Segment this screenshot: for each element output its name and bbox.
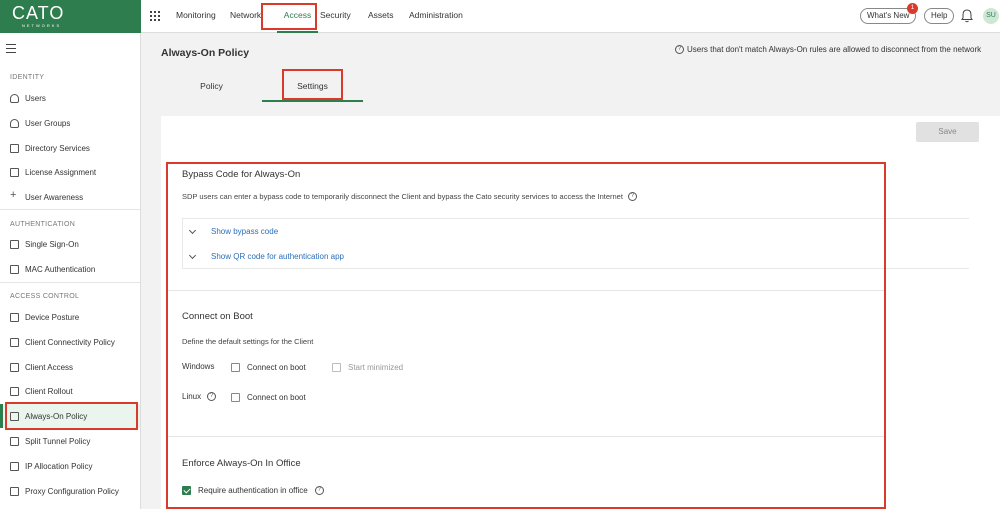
bell-icon[interactable] — [961, 9, 973, 23]
sidebar-item-proxy-configuration-policy[interactable]: Proxy Configuration Policy — [0, 479, 140, 503]
help-button[interactable]: Help — [924, 8, 955, 24]
table-icon — [10, 436, 19, 446]
sidebar-item-user-groups[interactable]: User Groups — [0, 111, 140, 135]
logo-text: CATO — [12, 3, 65, 23]
nav-monitoring[interactable]: Monitoring — [170, 0, 229, 33]
app-grid-icon[interactable] — [150, 11, 160, 21]
top-bar: CATO NETWORKS Monitoring Network Access … — [0, 0, 1000, 33]
checkbox-icon — [10, 239, 19, 249]
table-icon — [10, 486, 19, 496]
grid-icon — [10, 264, 19, 274]
table-icon — [10, 386, 19, 396]
license-icon — [10, 167, 19, 177]
save-button[interactable]: Save — [916, 122, 979, 142]
sidebar-item-client-access[interactable]: Client Access — [0, 355, 140, 379]
highlight-settings-tab — [282, 69, 343, 100]
menu-icon[interactable] — [6, 44, 16, 56]
sidebar-item-single-sign-on[interactable]: Single Sign-On — [0, 232, 140, 256]
info-note: ? Users that don't match Always-On rules… — [675, 45, 981, 54]
nav-administration[interactable]: Administration — [403, 0, 473, 33]
sidebar: IDENTITY Users User Groups Directory Ser… — [0, 33, 141, 509]
policy-icon — [10, 337, 19, 347]
top-nav: Monitoring Network Access Security Asset… — [170, 0, 473, 33]
nav-assets[interactable]: Assets — [362, 0, 403, 33]
sidebar-section-identity: IDENTITY — [10, 74, 45, 81]
whats-new-badge: 1 — [907, 3, 918, 14]
sidebar-item-user-awareness[interactable]: User Awareness — [0, 185, 140, 209]
sidebar-item-users[interactable]: Users — [0, 86, 140, 110]
directory-icon — [10, 143, 19, 153]
highlight-always-on-policy — [5, 402, 138, 430]
sidebar-item-split-tunnel-policy[interactable]: Split Tunnel Policy — [0, 429, 140, 453]
table-icon — [10, 362, 19, 372]
sidebar-section-authentication: AUTHENTICATION — [10, 221, 76, 228]
user-icon — [10, 93, 19, 103]
sidebar-item-client-rollout[interactable]: Client Rollout — [0, 379, 140, 403]
table-icon — [10, 461, 19, 471]
sidebar-item-license-assignment[interactable]: License Assignment — [0, 160, 140, 184]
logo-subtext: NETWORKS — [22, 23, 62, 28]
highlight-settings-content — [166, 162, 886, 509]
sidebar-item-ip-allocation-policy[interactable]: IP Allocation Policy — [0, 454, 140, 478]
page-title: Always-On Policy — [161, 47, 250, 59]
user-group-icon — [10, 118, 19, 128]
sidebar-item-mac-authentication[interactable]: MAC Authentication — [0, 257, 140, 281]
cato-logo[interactable]: CATO NETWORKS — [0, 0, 141, 33]
sidebar-item-client-connectivity-policy[interactable]: Client Connectivity Policy — [0, 330, 140, 354]
help-circle-icon: ? — [675, 45, 684, 54]
sidebar-item-directory-services[interactable]: Directory Services — [0, 136, 140, 160]
device-icon — [10, 312, 19, 322]
user-avatar[interactable]: SU — [983, 8, 999, 24]
tab-policy[interactable]: Policy — [161, 68, 262, 102]
plus-icon — [10, 189, 19, 202]
sidebar-section-access-control: ACCESS CONTROL — [10, 293, 80, 300]
nav-security[interactable]: Security — [318, 0, 362, 33]
sidebar-item-device-posture[interactable]: Device Posture — [0, 305, 140, 329]
highlight-access — [261, 3, 317, 30]
